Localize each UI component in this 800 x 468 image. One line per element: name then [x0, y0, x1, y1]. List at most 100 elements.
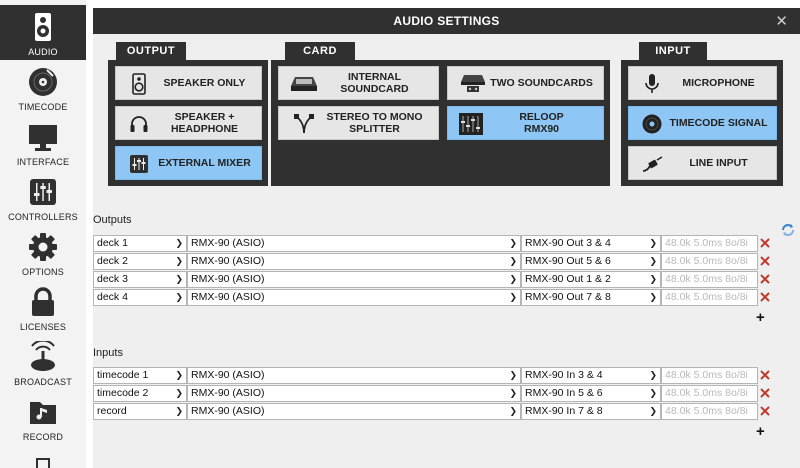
- chevron-down-icon: ❯: [175, 388, 183, 398]
- vinyl-icon: [29, 68, 57, 96]
- chevron-down-icon: ❯: [649, 388, 657, 398]
- add-input-button[interactable]: +: [756, 423, 765, 440]
- sidebar-item-broadcast[interactable]: BROADCAST: [0, 335, 86, 390]
- channel-select[interactable]: timecode 1 ❯: [93, 367, 187, 384]
- port-select[interactable]: RMX-90 In 5 & 6 ❯: [521, 385, 661, 402]
- chevron-down-icon: ❯: [175, 256, 183, 266]
- monitor-icon: [29, 125, 57, 151]
- channel-select[interactable]: record ❯: [93, 403, 187, 420]
- port-select[interactable]: RMX-90 Out 1 & 2 ❯: [521, 271, 661, 288]
- output-section-label: OUTPUT: [116, 42, 186, 60]
- chevron-down-icon: ❯: [509, 370, 517, 380]
- chevron-down-icon: ❯: [509, 238, 517, 248]
- delete-row-icon[interactable]: [759, 369, 771, 381]
- chevron-down-icon: ❯: [509, 256, 517, 266]
- option-label: STEREO TO MONO SPLITTER: [326, 111, 423, 135]
- delete-row-icon[interactable]: [759, 237, 771, 249]
- port-select[interactable]: RMX-90 Out 3 & 4 ❯: [521, 235, 661, 252]
- sidebar-item-licenses[interactable]: LICENSES: [0, 280, 86, 335]
- table-row: deck 2 ❯ RMX-90 (ASIO) ❯ RMX-90 Out 5 & 6 ❯…: [93, 253, 770, 270]
- table-row: record ❯ RMX-90 (ASIO) ❯ RMX-90 In 7 & 8 ❯ …: [93, 403, 770, 420]
- port-select[interactable]: RMX-90 In 7 & 8 ❯: [521, 403, 661, 420]
- sidebar-item-audio[interactable]: AUDIO: [0, 5, 86, 60]
- chevron-down-icon: ❯: [509, 292, 517, 302]
- gear-icon: [29, 233, 57, 261]
- port-select[interactable]: RMX-90 Out 7 & 8 ❯: [521, 289, 661, 306]
- refresh-icon[interactable]: [780, 222, 796, 238]
- format-info: 48.0k 5.0ms 8o/8i: [661, 235, 758, 252]
- device-select[interactable]: RMX-90 (ASIO) ❯: [187, 271, 521, 288]
- option-label: SPEAKER ONLY: [163, 77, 246, 89]
- card-reloop-rmx90-button[interactable]: RELOOP RMX90: [447, 106, 604, 140]
- delete-row-icon[interactable]: [759, 405, 771, 417]
- chevron-down-icon: ❯: [649, 406, 657, 416]
- chevron-down-icon: ❯: [175, 370, 183, 380]
- option-label: LINE INPUT: [689, 157, 748, 169]
- close-button[interactable]: ✕: [775, 12, 788, 30]
- device-select[interactable]: RMX-90 (ASIO) ❯: [187, 289, 521, 306]
- microphone-icon: [645, 74, 659, 93]
- option-label: TIMECODE SIGNAL: [669, 117, 768, 129]
- title-bar: AUDIO SETTINGS ✕: [93, 8, 800, 34]
- audio-settings-panel: OUTPUT SPEAKER ONLY SPEAKER + HEADPHONE: [93, 34, 800, 468]
- input-timecode-signal-button[interactable]: TIMECODE SIGNAL: [628, 106, 777, 140]
- sidebar-item-controllers[interactable]: CONTROLLERS: [0, 170, 86, 225]
- device-select[interactable]: RMX-90 (ASIO) ❯: [187, 403, 521, 420]
- delete-row-icon[interactable]: [759, 273, 771, 285]
- sidebar-item-label: RECORD: [22, 432, 64, 442]
- window-title: AUDIO SETTINGS: [393, 14, 500, 28]
- table-row: deck 1 ❯ RMX-90 (ASIO) ❯ RMX-90 Out 3 & 4 ❯…: [93, 235, 770, 252]
- output-external-mixer-button[interactable]: EXTERNAL MIXER: [115, 146, 262, 180]
- chevron-down-icon: ❯: [649, 274, 657, 284]
- timecode-disc-icon: [642, 114, 662, 134]
- input-microphone-button[interactable]: MICROPHONE: [628, 66, 777, 100]
- input-section-label: INPUT: [639, 42, 707, 60]
- input-line-input-button[interactable]: LINE INPUT: [628, 146, 777, 180]
- format-info: 48.0k 5.0ms 8o/8i: [661, 403, 758, 420]
- table-row: deck 4 ❯ RMX-90 (ASIO) ❯ RMX-90 Out 7 & 8 ❯…: [93, 289, 770, 306]
- record-icon: [30, 402, 56, 424]
- sidebar-item-interface[interactable]: INTERFACE: [0, 115, 86, 170]
- port-select[interactable]: RMX-90 Out 5 & 6 ❯: [521, 253, 661, 270]
- sidebar-item-options[interactable]: OPTIONS: [0, 225, 86, 280]
- sidebar-item-label: TIMECODE: [18, 102, 68, 112]
- chevron-down-icon: ❯: [175, 274, 183, 284]
- delete-row-icon[interactable]: [759, 291, 771, 303]
- device-select[interactable]: RMX-90 (ASIO) ❯: [187, 235, 521, 252]
- card-panel: INTERNAL SOUNDCARD TWO SOUNDCARDS STEREO…: [271, 60, 610, 186]
- splitter-cable-icon: [294, 114, 314, 134]
- sidebar-item-record[interactable]: RECORD: [0, 390, 86, 445]
- channel-select[interactable]: deck 3 ❯: [93, 271, 187, 288]
- delete-row-icon[interactable]: [759, 255, 771, 267]
- card-internal-soundcard-button[interactable]: INTERNAL SOUNDCARD: [278, 66, 439, 100]
- channel-select[interactable]: deck 2 ❯: [93, 253, 187, 270]
- delete-row-icon[interactable]: [759, 387, 771, 399]
- card-two-soundcards-button[interactable]: TWO SOUNDCARDS: [447, 66, 604, 100]
- headphone-icon: [130, 116, 148, 132]
- output-panel: SPEAKER ONLY SPEAKER + HEADPHONE EXTERNA…: [108, 60, 268, 186]
- sidebar-item-timecode[interactable]: TIMECODE: [0, 60, 86, 115]
- sidebar: AUDIO TIMECODE INTERFACE CONTROLLERS OPT…: [0, 0, 86, 468]
- card-stereo-mono-splitter-button[interactable]: STEREO TO MONO SPLITTER: [278, 106, 439, 140]
- chevron-down-icon: ❯: [509, 406, 517, 416]
- device-select[interactable]: RMX-90 (ASIO) ❯: [187, 385, 521, 402]
- device-select[interactable]: RMX-90 (ASIO) ❯: [187, 253, 521, 270]
- device-select[interactable]: RMX-90 (ASIO) ❯: [187, 367, 521, 384]
- speaker-icon: [132, 73, 146, 95]
- channel-select[interactable]: deck 1 ❯: [93, 235, 187, 252]
- chevron-down-icon: ❯: [509, 388, 517, 398]
- channel-select[interactable]: timecode 2 ❯: [93, 385, 187, 402]
- format-info: 48.0k 5.0ms 8o/8i: [661, 385, 758, 402]
- output-speaker-only-button[interactable]: SPEAKER ONLY: [115, 66, 262, 100]
- chevron-down-icon: ❯: [649, 256, 657, 266]
- sidebar-item-label: BROADCAST: [14, 377, 72, 387]
- option-label: EXTERNAL MIXER: [158, 157, 251, 169]
- inputs-section-title: Inputs: [93, 347, 123, 359]
- channel-select[interactable]: deck 4 ❯: [93, 289, 187, 306]
- card-section-label: CARD: [285, 42, 355, 60]
- mixer-icon: [130, 155, 148, 173]
- output-speaker-headphone-button[interactable]: SPEAKER + HEADPHONE: [115, 106, 262, 140]
- option-label: INTERNAL SOUNDCARD: [340, 71, 409, 95]
- add-output-button[interactable]: +: [756, 309, 765, 326]
- port-select[interactable]: RMX-90 In 3 & 4 ❯: [521, 367, 661, 384]
